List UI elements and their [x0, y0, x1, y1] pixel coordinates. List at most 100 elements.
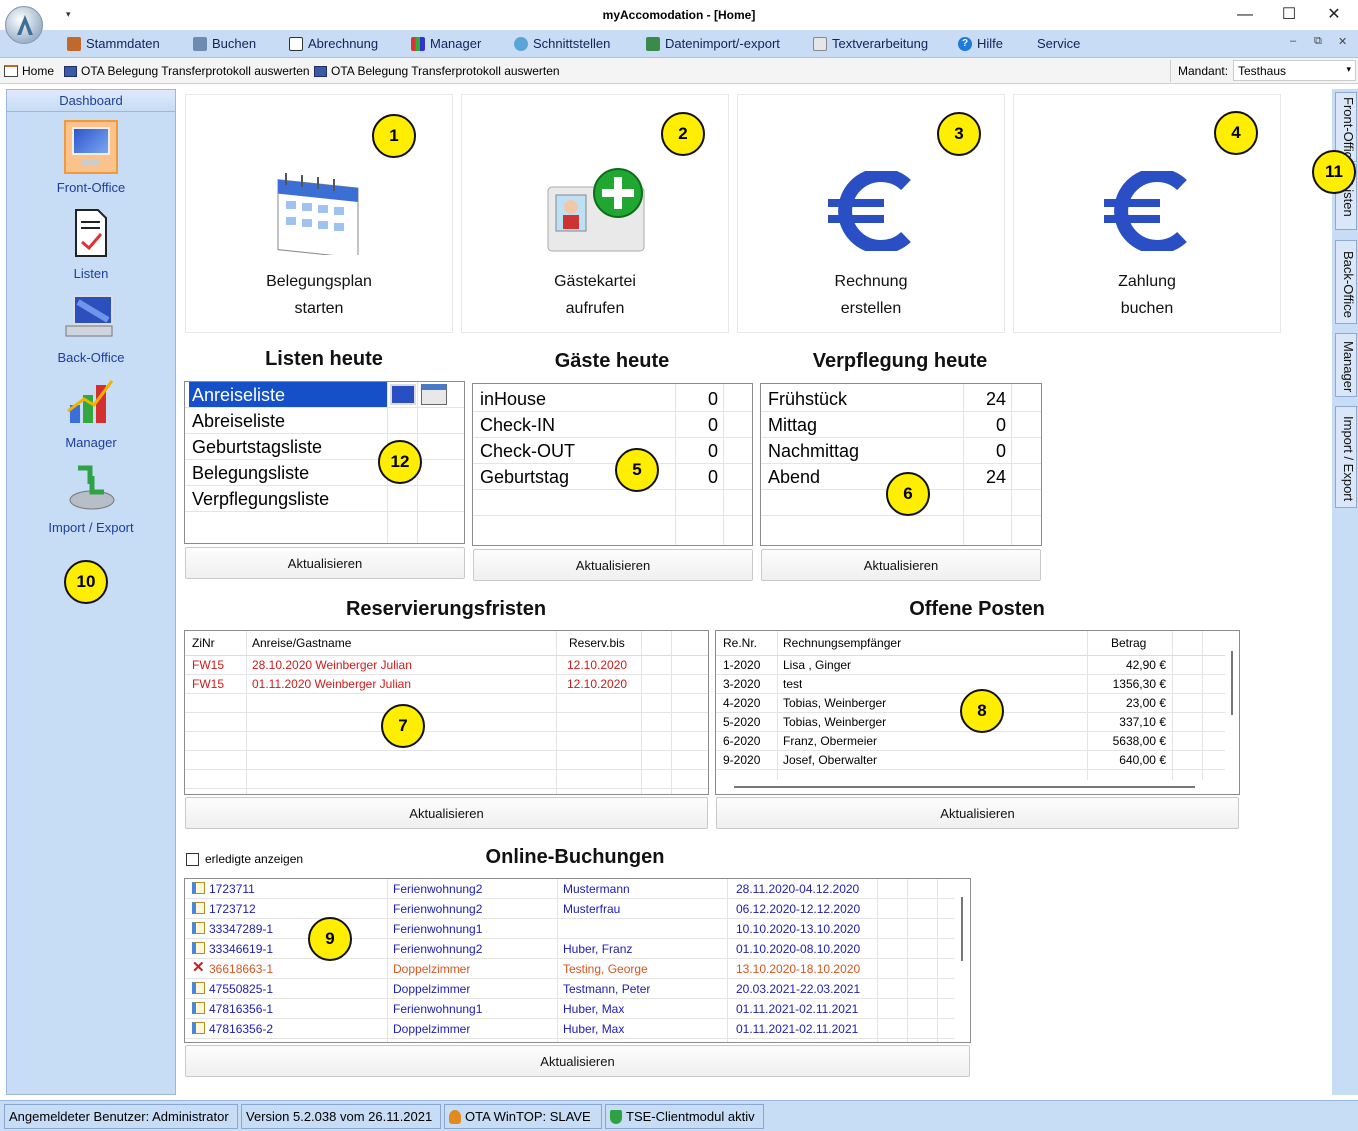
menu-textverarbeitung[interactable]: Textverarbeitung	[813, 36, 928, 51]
sidebar-item-import-export[interactable]: Import / Export	[7, 460, 175, 535]
cell-gast: Musterfrau	[563, 902, 621, 916]
chart-icon	[411, 36, 425, 51]
table-row[interactable]: 1723711 Ferienwohnung2 Mustermann 28.11.202…	[185, 879, 970, 899]
list-item[interactable]: Anreiseliste	[185, 382, 464, 408]
cell-bis: 12.10.2020	[567, 677, 628, 691]
menu-manager[interactable]: Manager	[411, 36, 481, 51]
list-item[interactable]: Belegungsliste	[185, 460, 464, 486]
horizontal-scrollbar[interactable]	[716, 780, 1225, 794]
cell-objekt: Doppelzimmer	[393, 962, 471, 976]
refresh-reservierungsfristen-button[interactable]: Aktualisieren	[185, 797, 708, 829]
quick-ota-protocol-1[interactable]: OTA Belegung Transferprotokoll auswerten	[64, 64, 310, 78]
erledigte-anzeigen-checkbox[interactable]: erledigte anzeigen	[186, 852, 303, 866]
column-header[interactable]: Rechnungsempfänger	[783, 631, 901, 656]
refresh-verpflegung-button[interactable]: Aktualisieren	[761, 549, 1041, 581]
annotation-marker: 8	[960, 689, 1004, 733]
tab-import-export[interactable]: Import / Export	[1335, 406, 1357, 508]
table-row[interactable]: 9-2020 Josef, Oberwalter 640,00 €	[716, 751, 1239, 770]
minimize-button[interactable]: —	[1222, 4, 1268, 26]
vertical-scrollbar[interactable]	[954, 879, 970, 1042]
list-item[interactable]: Geburtstagsliste	[185, 434, 464, 460]
sidebar-item-front-office[interactable]: Front-Office	[7, 120, 175, 195]
mdi-restore-icon[interactable]: ⧉	[1314, 35, 1322, 48]
mandant-label: Mandant:	[1178, 64, 1229, 78]
mdi-minimize-icon[interactable]: –	[1290, 35, 1296, 47]
refresh-listen-button[interactable]: Aktualisieren	[185, 547, 465, 579]
monitor-icon[interactable]	[390, 384, 416, 405]
tile-caption-line1: Belegungsplan	[266, 273, 372, 290]
cell-booking-id: 33347289-1	[209, 922, 274, 936]
menu-abrechnung[interactable]: Abrechnung	[289, 36, 378, 51]
app-logo-icon[interactable]	[5, 6, 43, 44]
menu-bar: Stammdaten Buchen Abrechnung Manager Sch…	[0, 30, 1358, 58]
table-row: Nachmittag 0	[761, 438, 1041, 464]
cell-booking-id: 47816356-2	[209, 1022, 274, 1036]
column-header[interactable]: Anreise/Gastname	[252, 631, 351, 656]
close-button[interactable]: ✕	[1311, 4, 1357, 26]
menu-buchen[interactable]: Buchen	[193, 36, 256, 51]
table-row[interactable]: 1723712 Ferienwohnung2 Musterfrau 06.12.202…	[185, 899, 970, 919]
cell-empfaenger: test	[783, 677, 803, 691]
menu-service[interactable]: Service	[1037, 36, 1080, 51]
sidebar-item-label: Listen	[73, 266, 109, 281]
tile-caption: Zahlung buchen	[1014, 268, 1280, 322]
table-row[interactable]: 47550825-1 Doppelzimmer Testmann, Peter 20.…	[185, 979, 970, 999]
sidebar-item-listen[interactable]: Listen	[7, 206, 175, 281]
maximize-button[interactable]: ☐	[1266, 4, 1312, 26]
refresh-gaeste-button[interactable]: Aktualisieren	[473, 549, 753, 581]
menu-label: Abrechnung	[308, 36, 379, 51]
list-item[interactable]: Verpflegungsliste	[185, 486, 464, 512]
vertical-scrollbar[interactable]	[1225, 631, 1239, 794]
column-header[interactable]: Re.Nr.	[723, 631, 757, 656]
table-row	[185, 770, 708, 789]
calendar-icon	[272, 165, 368, 259]
menu-datenimport[interactable]: Datenimport/-export	[646, 36, 780, 51]
refresh-offene-posten-button[interactable]: Aktualisieren	[716, 797, 1239, 829]
table-row[interactable]: 1-2020 Lisa , Ginger 42,90 €	[716, 656, 1239, 675]
cell-zeitraum: 13.10.2020-18.10.2020	[736, 962, 861, 976]
cell-objekt: Ferienwohnung2	[393, 942, 483, 956]
annotation-marker: 5	[615, 448, 659, 492]
menu-label: Manager	[430, 36, 482, 51]
computer-icon	[64, 290, 118, 344]
table-row[interactable]: 33347289-1 Ferienwohnung1 10.10.2020-13.10…	[185, 919, 970, 939]
row-label: Frühstück	[768, 389, 848, 409]
table-row[interactable]: 6-2020 Franz, Obermeier 5638,00 €	[716, 732, 1239, 751]
column-header[interactable]: ZiNr	[192, 631, 215, 656]
menu-hilfe[interactable]: ? Hilfe	[958, 36, 1003, 51]
quick-ota-protocol-2[interactable]: OTA Belegung Transferprotokoll auswerten	[314, 64, 560, 78]
bar-chart-icon	[64, 375, 118, 429]
table-row[interactable]: FW15 01.11.2020 Weinberger Julian 12.10.20…	[185, 675, 708, 694]
tile-caption-line2: aufrufen	[565, 300, 625, 317]
booking-document-icon	[192, 902, 205, 914]
refresh-online-buchungen-button[interactable]: Aktualisieren	[185, 1045, 970, 1077]
cell-booking-id: 33346619-1	[209, 942, 274, 956]
mandant-select[interactable]: Testhaus ▾	[1233, 60, 1356, 81]
menu-stammdaten[interactable]: Stammdaten	[67, 36, 160, 51]
tab-manager[interactable]: Manager	[1335, 333, 1357, 397]
cell-zinr: FW15	[192, 658, 225, 672]
table-row[interactable]: 47816356-2 Doppelzimmer Huber, Max 01.11.20…	[185, 1019, 970, 1039]
table-row[interactable]: 47816356-1 Ferienwohnung1 Huber, Max 01.11.…	[185, 999, 970, 1019]
sidebar-item-manager[interactable]: Manager	[7, 375, 175, 450]
printer-icon[interactable]	[421, 384, 447, 405]
mdi-close-icon[interactable]: ✕	[1338, 35, 1347, 48]
tab-back-office[interactable]: Back-Office	[1335, 240, 1357, 324]
house-icon	[67, 36, 81, 51]
column-header[interactable]: Reserv.bis	[569, 631, 625, 656]
annotation-marker: 6	[886, 472, 930, 516]
column-header[interactable]: Betrag	[1111, 631, 1146, 656]
help-icon: ?	[958, 36, 972, 51]
table-row[interactable]: FW15 28.10.2020 Weinberger Julian 12.10.20…	[185, 656, 708, 675]
quick-home[interactable]: Home	[4, 64, 54, 78]
table-row[interactable]: 33346619-1 Ferienwohnung2 Huber, Franz 01.1…	[185, 939, 970, 959]
table-row	[185, 751, 708, 770]
cell-zeitraum: 10.10.2020-13.10.2020	[736, 922, 861, 936]
table-row[interactable]: ✕ 36618663-1 Doppelzimmer Testing, George 13…	[185, 959, 970, 979]
checkbox-box[interactable]	[186, 852, 199, 866]
menu-schnittstellen[interactable]: Schnittstellen	[514, 36, 610, 51]
menu-label: Schnittstellen	[533, 36, 611, 51]
sidebar-item-back-office[interactable]: Back-Office	[7, 290, 175, 365]
table-row	[185, 732, 708, 751]
list-item[interactable]: Abreiseliste	[185, 408, 464, 434]
